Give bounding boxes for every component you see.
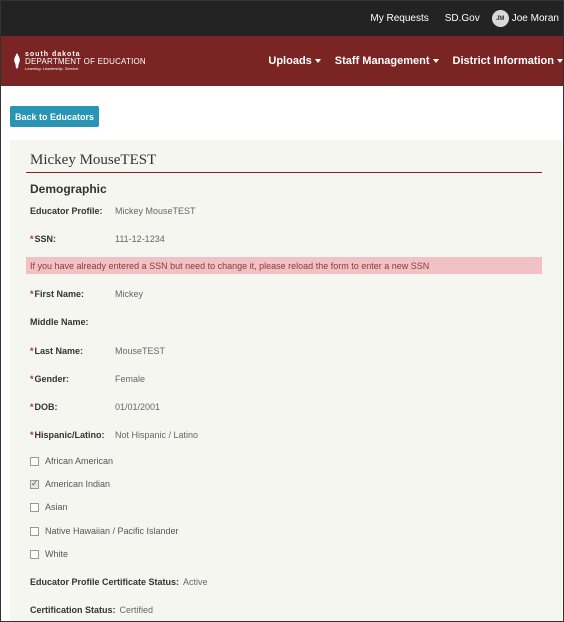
race-checkbox-native-hawaiian[interactable]: Native Hawaiian / Pacific Islander [30,526,179,536]
last-name-value: MouseTEST [115,346,166,356]
nav-uploads[interactable]: Uploads [268,55,321,67]
sd-gov-link[interactable]: SD.Gov [445,13,480,24]
nav-district-information[interactable]: District Information [453,55,563,67]
nav-district-information-label: District Information [452,55,554,67]
chevron-down-icon [557,59,563,63]
checkbox-white[interactable] [30,549,39,559]
main-nav: Uploads Staff Management District Inform… [254,55,563,67]
last-name-label: Last Name: [34,346,84,356]
hispanic-row: *Hispanic/Latino: Not Hispanic / Latino [30,430,198,440]
top-utility-bar: My Requests SD.Gov JM Joe Moran [1,1,563,36]
title-divider [26,172,542,173]
user-menu[interactable]: JM Joe Moran [491,10,559,27]
required-marker: * [30,402,34,412]
educator-profile-value: Mickey MouseTEST [115,206,196,216]
nav-staff-management-label: Staff Management [334,55,430,67]
required-marker: * [30,346,34,356]
race-label: American Indian [45,479,111,489]
checkbox-asian[interactable] [30,502,39,512]
required-marker: * [30,430,34,440]
ssn-label: SSN: [34,234,57,244]
certification-status-value: Certified [119,605,154,615]
checkbox-american-indian[interactable]: ✓ [30,479,39,489]
educator-profile-label: Educator Profile: [30,206,103,216]
certificate-status-label: Educator Profile Certificate Status: [30,577,180,587]
first-name-row: *First Name: Mickey [30,289,143,299]
certification-status-label: Certification Status: [30,605,116,615]
logo-tagline: Learning. Leadership. Service. [25,66,80,71]
educator-card: Mickey MouseTEST Demographic Educator Pr… [10,140,562,621]
my-requests-link[interactable]: My Requests [370,13,428,24]
brand-header: south dakota DEPARTMENT OF EDUCATION Lea… [1,36,563,86]
hispanic-label: Hispanic/Latino: [34,430,105,440]
race-checkbox-african-american[interactable]: African American [30,456,113,466]
nav-uploads-label: Uploads [268,55,312,67]
required-marker: * [30,234,34,244]
first-name-value: Mickey [115,289,144,299]
certificate-status-row: Educator Profile Certificate Status: Act… [30,577,208,587]
race-label: White [45,549,69,559]
ssn-row: *SSN: 111-12-1234 [30,234,165,244]
last-name-row: *Last Name: MouseTEST [30,346,165,356]
race-label: African American [45,456,114,466]
checkbox-african-american[interactable] [30,456,39,466]
hispanic-value: Not Hispanic / Latino [115,430,199,440]
dob-value: 01/01/2001 [115,402,161,412]
certificate-status-value: Active [183,577,208,587]
educator-profile-row: Educator Profile: Mickey MouseTEST [30,206,196,216]
middle-name-row: Middle Name: [30,317,115,327]
checkbox-native-hawaiian[interactable] [30,526,39,536]
gender-row: *Gender: Female [30,374,145,384]
certification-status-row: Certification Status: Certified [30,605,153,615]
page-title: Mickey MouseTEST [30,152,157,168]
chevron-down-icon [432,59,439,63]
nav-staff-management[interactable]: Staff Management [335,55,439,67]
required-marker: * [30,289,34,299]
app-window: My Requests SD.Gov JM Joe Moran south da… [0,0,564,622]
logo-line-2: DEPARTMENT OF EDUCATION [25,57,146,66]
dob-row: *DOB: 01/01/2001 [30,402,160,412]
flame-logo-icon [14,53,20,69]
middle-name-label: Middle Name: [30,317,89,327]
chevron-down-icon [314,59,321,63]
user-name: Joe Moran [511,13,559,24]
race-checkbox-american-indian[interactable]: ✓ American Indian [30,479,110,489]
avatar: JM [491,10,509,27]
back-to-educators-button[interactable]: Back to Educators [10,106,100,127]
gender-label: Gender: [34,374,70,384]
alert-text: If you have already entered a SSN but ne… [30,260,430,271]
section-heading-demographic: Demographic [30,182,107,196]
race-checkbox-asian[interactable]: Asian [30,502,68,512]
gender-value: Female [115,374,146,384]
first-name-label: First Name: [34,289,85,299]
race-label: Native Hawaiian / Pacific Islander [45,526,179,536]
sd-doe-logo[interactable]: south dakota DEPARTMENT OF EDUCATION Lea… [13,51,146,71]
ssn-value: 111-12-1234 [115,234,165,244]
race-checkbox-white[interactable]: White [30,549,68,559]
ssn-reload-alert: If you have already entered a SSN but ne… [26,257,542,274]
required-marker: * [30,374,34,384]
race-label: Asian [45,502,68,512]
dob-label: DOB: [34,402,58,412]
